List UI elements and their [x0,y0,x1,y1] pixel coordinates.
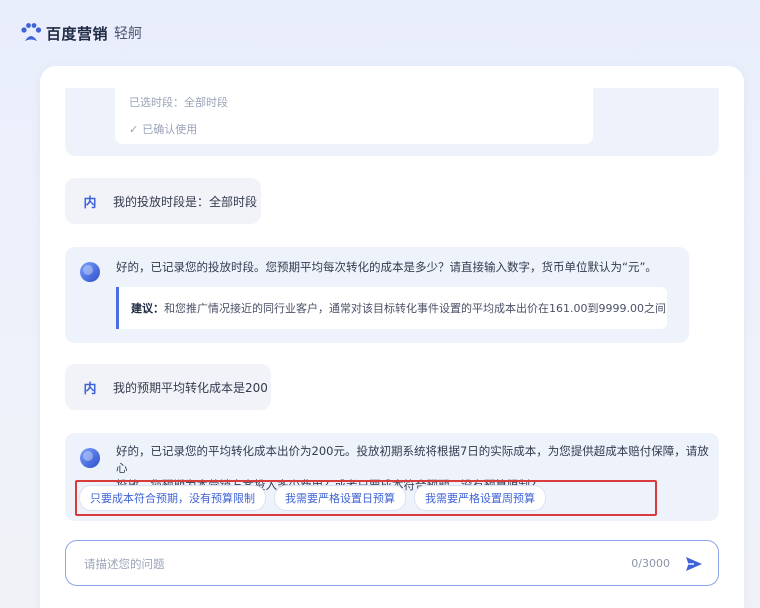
suggestion-box: 建议： 和您推广情况接近的同行业客户，通常对该目标转化事件设置的平均成本出价在1… [116,287,667,329]
suggestion-label: 建议： [131,302,164,315]
user-avatar: 内 [83,381,97,397]
bot-message-line: 好的，已记录您的平均转化成本出价为200元。投放初期系统将根据7日的实际成本，为… [116,444,709,475]
suggestion-text: 和您推广情况接近的同行业客户，通常对该目标转化事件设置的平均成本出价在161.0… [164,302,666,315]
option-no-budget-limit[interactable]: 只要成本符合预期，没有预算限制 [79,485,266,511]
quick-reply-options: 只要成本符合预期，没有预算限制 我需要严格设置日预算 我需要严格设置周预算 [79,484,546,512]
chat-input-box: 0/3000 [65,540,719,586]
bot-message: 好的，已记录您的投放时段。您预期平均每次转化的成本是多少？请直接输入数字，货币单… [65,247,689,343]
product-name: 轻舸 [114,26,143,42]
user-message-text: 我的投放时段是：全部时段 [113,194,258,209]
selected-period-text: 已选时段：全部时段 [129,96,228,109]
bot-message-confirm: 已选时段：全部时段 ✓ 已确认使用 [65,88,719,156]
send-icon[interactable] [684,554,704,574]
user-message-text: 我的预期平均转化成本是200 [113,380,268,395]
confirm-card: 已选时段：全部时段 ✓ 已确认使用 [115,88,593,144]
confirmed-text: 已确认使用 [142,123,198,136]
confirmed-status: ✓ 已确认使用 [129,121,197,137]
brand-logo[interactable]: 百度营销 轻舸 [20,22,142,44]
bot-message-text: 好的，已记录您的投放时段。您预期平均每次转化的成本是多少？请直接输入数字，货币单… [116,260,657,274]
baidu-paw-icon [20,22,42,44]
option-weekly-budget[interactable]: 我需要严格设置周预算 [414,485,546,511]
check-icon: ✓ [129,123,139,136]
brand-name: 百度营销 [46,24,109,43]
user-message: 内 我的投放时段是：全部时段 [65,178,261,224]
user-message: 内 我的预期平均转化成本是200 [65,364,271,410]
question-input[interactable] [82,553,586,575]
chat-panel: 已选时段：全部时段 ✓ 已确认使用 内 我的投放时段是：全部时段 好的，已记录您的… [40,66,744,608]
assistant-avatar-icon [79,261,101,283]
top-bar: 百度营销 轻舸 [0,0,760,70]
user-avatar: 内 [83,195,97,211]
assistant-avatar-icon [79,447,101,469]
option-daily-budget[interactable]: 我需要严格设置日预算 [274,485,406,511]
char-counter: 0/3000 [631,557,670,570]
